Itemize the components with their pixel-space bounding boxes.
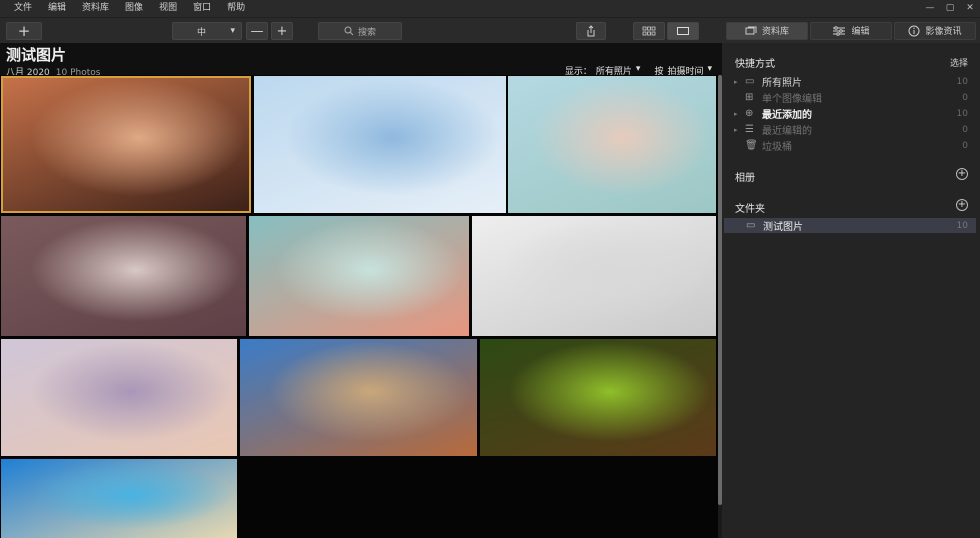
main-header: 测试图片 八月 2020 10 Photos 显示： 所有照片 ▾ 按 拍摄时间 … — [0, 43, 722, 78]
photo-portrait-3[interactable] — [508, 76, 716, 213]
sidebar-item-trash[interactable]: 🗑 垃圾桶 0 — [734, 138, 968, 153]
sidebar-item-label: 垃圾桶 — [762, 142, 792, 153]
library-icon — [745, 26, 757, 34]
trash-icon: 🗑 — [745, 140, 758, 151]
sidebar-folder-item[interactable]: ▭ 测试图片 10 — [724, 218, 976, 233]
sidebar-item-all-photos[interactable]: ▸ ▭ 所有照片 10 — [734, 74, 968, 89]
maximize-icon[interactable]: ▢ — [940, 0, 960, 17]
photo-portrait-7[interactable] — [1, 339, 237, 456]
expand-arrow-icon[interactable]: ▸ — [734, 110, 745, 118]
minimize-icon[interactable]: — — [920, 0, 940, 17]
single-view-button[interactable] — [667, 22, 699, 40]
sliders-icon — [833, 25, 846, 36]
menu-image[interactable]: 图像 — [117, 0, 151, 17]
plus-circle-icon: ⊕ — [745, 108, 754, 119]
folder-count: 10 — [956, 220, 968, 231]
sidebar-item-count: 10 — [956, 76, 968, 87]
folder-label: 测试图片 — [763, 222, 803, 233]
tab-edit[interactable]: 编辑 — [810, 21, 892, 40]
photo-portrait-2[interactable] — [254, 76, 506, 213]
panel-tabs: 资料库 编辑 影像资讯 — [722, 17, 980, 43]
photo-portrait-5[interactable] — [249, 216, 469, 336]
grid-icon — [642, 26, 656, 36]
tab-edit-label: 编辑 — [851, 27, 870, 37]
photo-portrait-4[interactable] — [1, 216, 246, 336]
tab-library-label: 资料库 — [761, 27, 789, 37]
tab-info-label: 影像资讯 — [925, 27, 962, 37]
zoom-select[interactable]: 中 ▾ — [172, 22, 242, 40]
close-icon[interactable]: ✕ — [960, 0, 980, 17]
select-button[interactable]: 选择 — [950, 56, 968, 69]
sidebar: 快捷方式 选择 ▸ ▭ 所有照片 10 ⊞ 单个图像编辑 0 ▸ ⊕ 最近添加的… — [722, 43, 980, 538]
sidebar-item-single-edit[interactable]: ⊞ 单个图像编辑 0 — [734, 90, 968, 105]
photo-landscape-desert[interactable] — [240, 339, 477, 456]
menu-help[interactable]: 帮助 — [219, 0, 253, 17]
search-input[interactable]: 搜索 — [318, 22, 402, 40]
sidebar-item-count: 10 — [956, 108, 968, 119]
zoom-value: 中 — [197, 27, 207, 38]
sliders-icon: ☰ — [745, 124, 754, 135]
grid-icon: ⊞ — [745, 92, 754, 103]
sidebar-item-count: 0 — [962, 92, 968, 103]
menu-file[interactable]: 文件 — [6, 0, 40, 17]
info-icon — [908, 25, 920, 36]
photos-icon: ▭ — [745, 76, 755, 87]
photo-grid — [0, 75, 718, 538]
tab-info[interactable]: 影像资讯 — [894, 21, 976, 40]
window-controls: — ▢ ✕ — [920, 0, 980, 17]
search-placeholder: 搜索 — [357, 27, 376, 38]
sidebar-item-count: 0 — [962, 124, 968, 135]
menu-edit[interactable]: 编辑 — [40, 0, 74, 17]
albums-title: 相册 — [735, 173, 755, 184]
photo-portrait-1[interactable] — [1, 76, 251, 213]
sidebar-item-label: 单个图像编辑 — [762, 94, 822, 105]
menu-library[interactable]: 资料库 — [74, 0, 117, 17]
add-album-icon[interactable]: + — [956, 168, 968, 180]
shortcuts-title: 快捷方式 — [735, 59, 775, 70]
menu-view[interactable]: 视图 — [151, 0, 185, 17]
sidebar-item-recently-edited[interactable]: ▸ ☰ 最近编辑的 0 — [734, 122, 968, 137]
tab-library[interactable]: 资料库 — [726, 21, 808, 40]
folder-icon: ▭ — [746, 220, 756, 231]
photo-portrait-6[interactable] — [472, 216, 716, 336]
add-folder-icon[interactable]: + — [956, 199, 968, 211]
photo-landscape-beach[interactable] — [1, 459, 237, 538]
add-button[interactable]: + — [6, 22, 42, 40]
sidebar-item-recently-added[interactable]: ▸ ⊕ 最近添加的 10 — [734, 106, 968, 121]
zoom-out-button[interactable]: — — [246, 22, 268, 40]
share-icon — [587, 25, 595, 37]
single-view-icon — [677, 27, 689, 35]
zoom-in-button[interactable]: + — [271, 22, 293, 40]
sidebar-item-label: 所有照片 — [762, 78, 802, 89]
search-icon — [344, 26, 354, 36]
chevron-down-icon: ▾ — [230, 26, 235, 36]
menu-window[interactable]: 窗口 — [185, 0, 219, 17]
expand-arrow-icon[interactable]: ▸ — [734, 78, 745, 86]
expand-arrow-icon[interactable]: ▸ — [734, 126, 745, 134]
page-title: 测试图片 — [6, 46, 67, 64]
sidebar-item-label: 最近编辑的 — [762, 126, 812, 137]
sidebar-item-label: 最近添加的 — [762, 110, 812, 121]
menu-bar: 文件 编辑 资料库 图像 视图 窗口 帮助 — ▢ ✕ — [0, 0, 980, 17]
sidebar-item-count: 0 — [962, 140, 968, 151]
share-button[interactable] — [576, 22, 606, 40]
menu: 文件 编辑 资料库 图像 视图 窗口 帮助 — [0, 0, 253, 17]
grid-view-button[interactable] — [633, 22, 665, 40]
photo-landscape-forest[interactable] — [480, 339, 716, 456]
folders-title: 文件夹 — [735, 204, 765, 215]
toolbar: + 中 ▾ — + 搜索 — [0, 17, 722, 43]
